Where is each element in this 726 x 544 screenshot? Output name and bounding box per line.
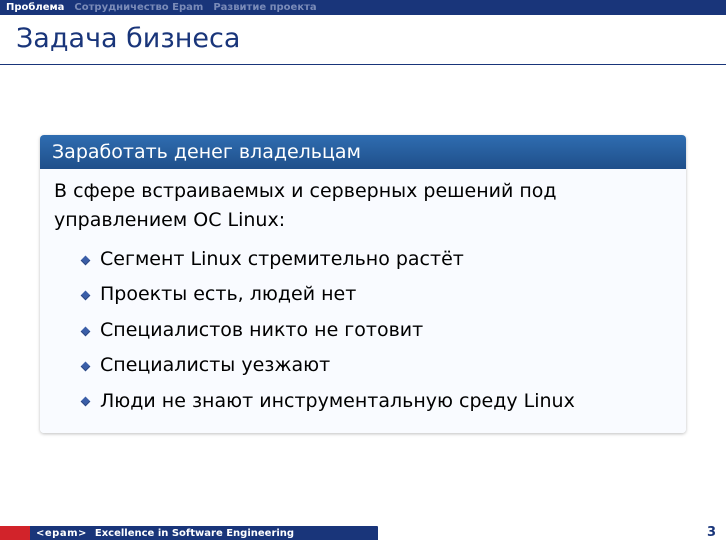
footer: <epam> Excellence in Software Engineerin… bbox=[0, 524, 726, 542]
nav-section-project[interactable]: Развитие проекта bbox=[213, 2, 316, 13]
bullet-list: Сегмент Linux стремительно растёт Проект… bbox=[54, 242, 672, 419]
page-number: 3 bbox=[707, 525, 716, 540]
block-intro: В сфере встраиваемых и серверных решений… bbox=[54, 177, 672, 236]
nav-section-collab[interactable]: Сотрудничество Epam bbox=[74, 2, 203, 13]
content-area: Заработать денег владельцам В сфере встр… bbox=[0, 65, 726, 433]
block-title: Заработать денег владельцам bbox=[40, 135, 686, 169]
nav-section-problem[interactable]: Проблема bbox=[6, 2, 64, 13]
slide-title: Задача бизнеса bbox=[16, 23, 710, 54]
list-item: Проекты есть, людей нет bbox=[82, 277, 672, 312]
brand-tagline: Excellence in Software Engineering bbox=[95, 528, 294, 539]
title-area: Задача бизнеса bbox=[0, 15, 726, 65]
list-item: Специалисты уезжают bbox=[82, 348, 672, 383]
nav-bar: Проблема Сотрудничество Epam Развитие пр… bbox=[0, 0, 726, 15]
list-item: Сегмент Linux стремительно растёт bbox=[82, 242, 672, 277]
list-item: Люди не знают инструментальную среду Lin… bbox=[82, 384, 672, 419]
footer-accent-red bbox=[0, 526, 30, 540]
list-item: Специалистов никто не готовит bbox=[82, 313, 672, 348]
footer-bar: <epam> Excellence in Software Engineerin… bbox=[0, 526, 378, 540]
slide: Проблема Сотрудничество Epam Развитие пр… bbox=[0, 0, 726, 544]
block-body: В сфере встраиваемых и серверных решений… bbox=[40, 169, 686, 433]
brand-logo: <epam> bbox=[36, 528, 87, 539]
footer-brand-bar: <epam> Excellence in Software Engineerin… bbox=[30, 526, 378, 540]
block: Заработать денег владельцам В сфере встр… bbox=[40, 135, 686, 433]
